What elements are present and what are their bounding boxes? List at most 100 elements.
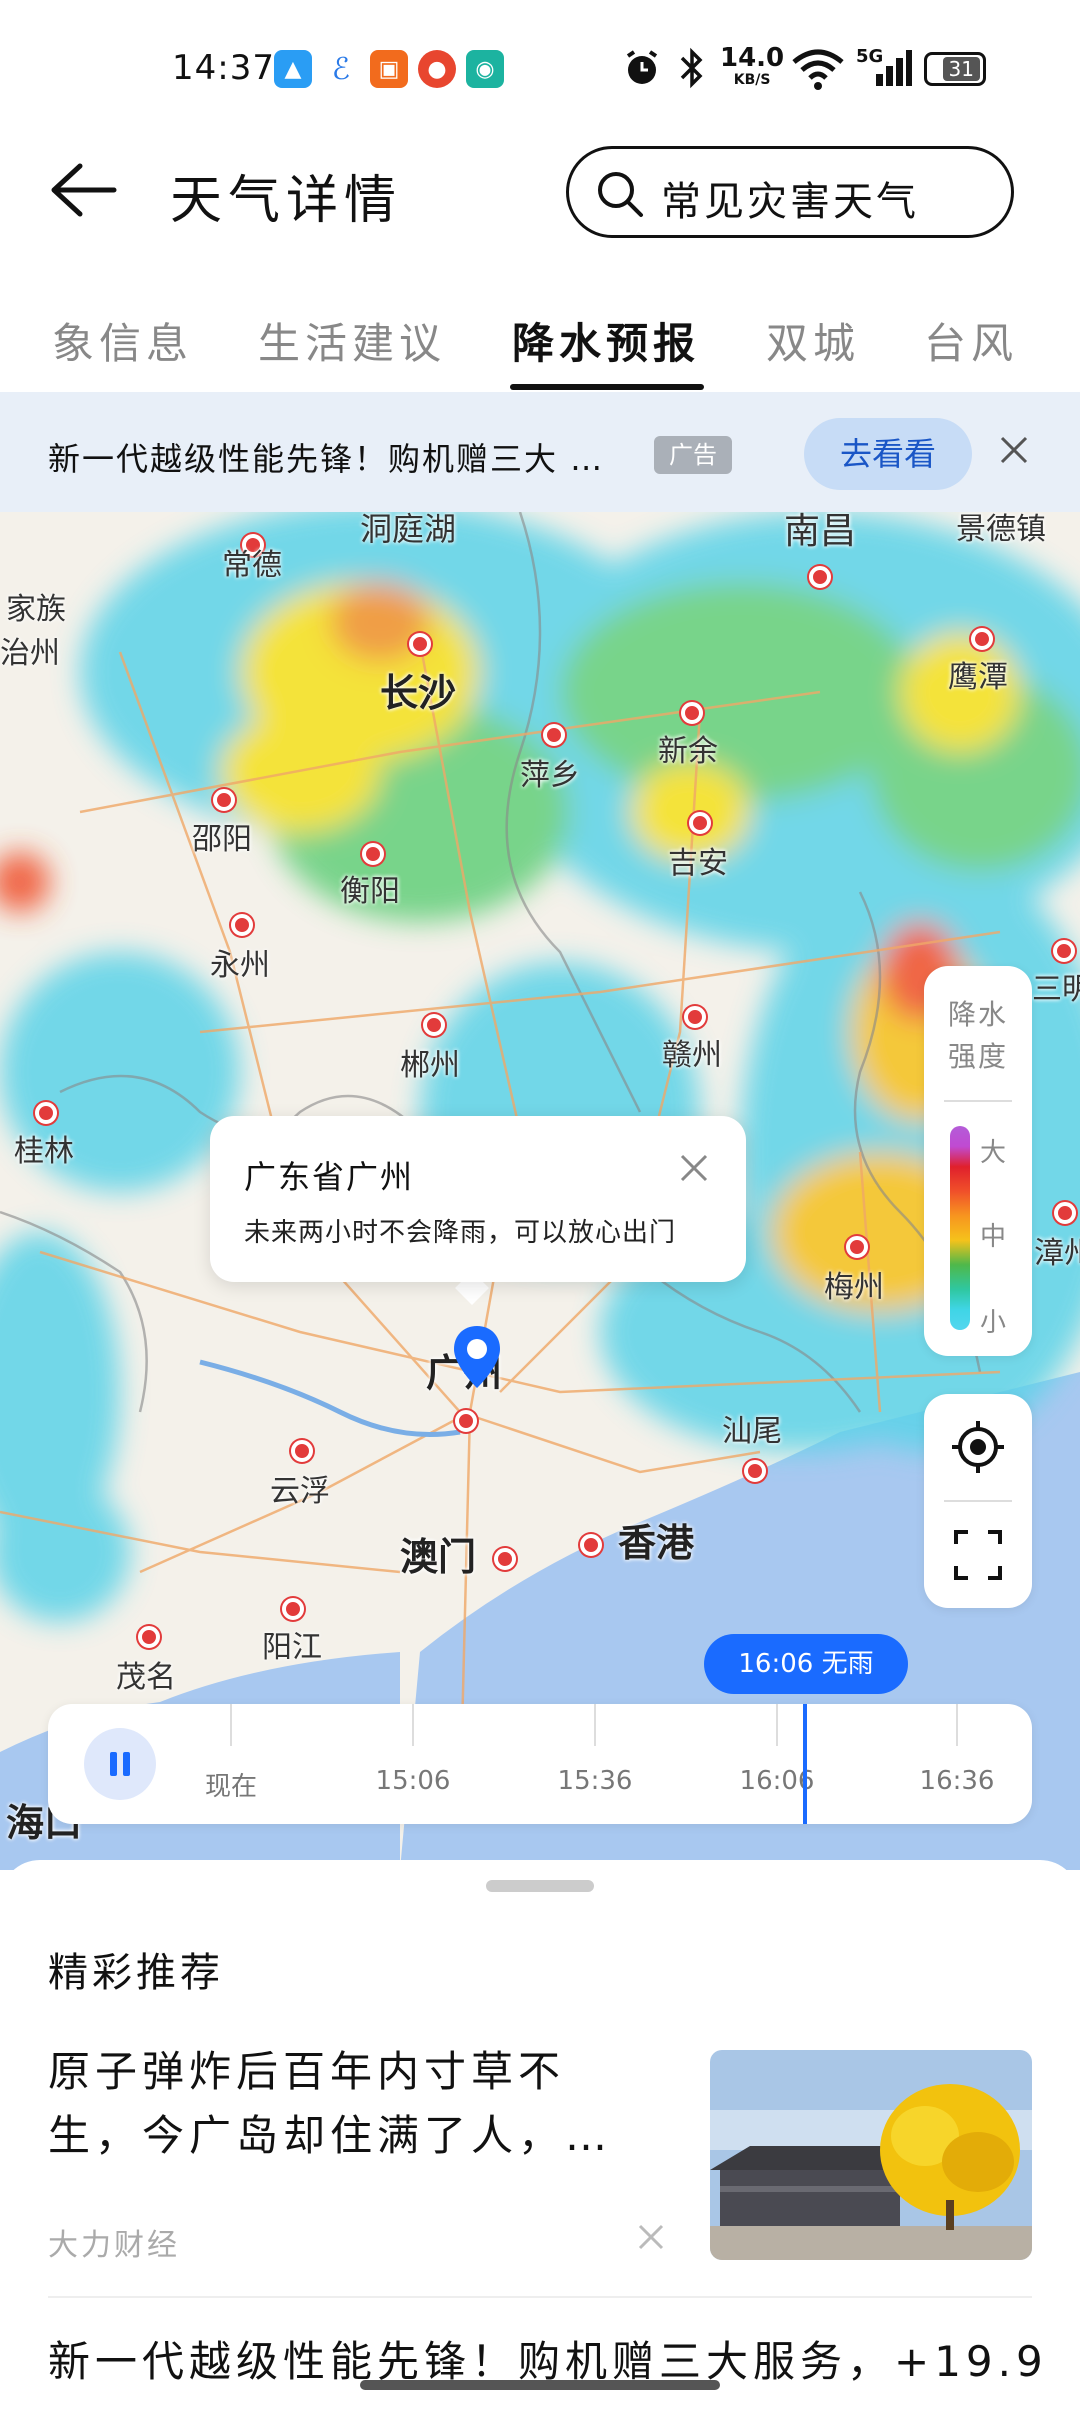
sheet-drag-handle[interactable] xyxy=(486,1880,594,1892)
ad-banner[interactable]: 新一代越级性能先锋！购机赠三大 … 广告 去看看 xyxy=(0,392,1080,512)
city-label: 家族 xyxy=(6,592,66,627)
tab-typhoon[interactable]: 台风 xyxy=(924,310,1018,371)
timeline-playhead[interactable] xyxy=(803,1704,807,1824)
forecast-timeline[interactable]: 现在 15:06 15:36 16:06 16:36 xyxy=(48,1704,1032,1824)
timeline-tick xyxy=(230,1704,232,1746)
popup-title: 广东省广州 xyxy=(244,1158,415,1196)
app-notification-icon: ▲ xyxy=(274,50,312,88)
active-tab-indicator xyxy=(510,384,704,390)
city-label: 茂名 xyxy=(116,1660,176,1695)
city-dot xyxy=(971,628,993,650)
close-icon[interactable] xyxy=(994,430,1034,470)
city-label: 郴州 xyxy=(400,1048,460,1083)
city-dot xyxy=(291,1440,313,1462)
city-dot xyxy=(455,1410,477,1432)
tab-twin-cities[interactable]: 双城 xyxy=(766,310,860,371)
pause-button[interactable] xyxy=(84,1728,156,1800)
city-label: 景德镇 xyxy=(956,512,1046,547)
legend-mid-label: 中 xyxy=(980,1222,1007,1252)
fullscreen-button[interactable] xyxy=(924,1502,1032,1608)
city-label: 阳江 xyxy=(262,1630,322,1665)
city-label: 鹰潭 xyxy=(948,660,1008,695)
city-label: 云浮 xyxy=(270,1474,330,1509)
city-dot xyxy=(684,1006,706,1028)
recommendation-sheet: 精彩推荐 原子弹炸后百年内寸草不生，今广岛却住满了人，… 大力财经 新一代越级性… xyxy=(0,1860,1080,2412)
city-dot xyxy=(809,566,831,588)
ad-view-button[interactable]: 去看看 xyxy=(804,418,972,490)
tab-bar: 象信息 生活建议 降水预报 双城 台风 xyxy=(0,260,1080,390)
city-label: 三明 xyxy=(1032,972,1080,1007)
city-dot xyxy=(681,702,703,724)
back-button[interactable] xyxy=(48,160,118,220)
city-dot xyxy=(744,1460,766,1482)
legend-low-label: 小 xyxy=(980,1308,1007,1338)
timeline-tick xyxy=(412,1704,414,1746)
alarm-icon xyxy=(622,48,662,92)
city-label: 常德 xyxy=(222,548,282,583)
food-app-icon: ● xyxy=(418,50,456,88)
timeline-label: 15:06 xyxy=(375,1766,451,1796)
tab-life-advice[interactable]: 生活建议 xyxy=(258,310,446,371)
home-indicator xyxy=(360,2380,720,2390)
city-label: 汕尾 xyxy=(722,1414,782,1449)
search-icon xyxy=(595,169,645,219)
timeline-tick xyxy=(956,1704,958,1746)
location-popup[interactable]: 广东省广州 未来两小时不会降雨，可以放心出门 xyxy=(210,1116,746,1282)
ad-badge: 广告 xyxy=(654,436,732,474)
telecom-icon: ℰ xyxy=(322,50,360,88)
locate-icon xyxy=(952,1421,1004,1473)
close-icon[interactable] xyxy=(676,1150,712,1186)
tab-weather-info[interactable]: 象信息 xyxy=(52,310,193,371)
city-dot xyxy=(423,1014,445,1036)
city-dot xyxy=(543,724,565,746)
city-label: 梅州 xyxy=(824,1270,884,1305)
city-dot xyxy=(362,843,384,865)
wifi-assistant-icon: ◉ xyxy=(466,50,504,88)
city-label: 香港 xyxy=(618,1521,695,1565)
location-pin-icon xyxy=(452,1324,502,1390)
city-dot xyxy=(231,914,253,936)
divider xyxy=(944,1100,1012,1102)
arrow-left-icon xyxy=(51,163,117,217)
search-text: 常见灾害天气 xyxy=(661,179,919,225)
close-icon[interactable] xyxy=(634,2220,668,2254)
city-label: 漳州 xyxy=(1034,1236,1080,1271)
legend-title: 降水 强度 xyxy=(947,998,1008,1073)
article-title[interactable]: 原子弹炸后百年内寸草不生，今广岛却住满了人，… xyxy=(48,2040,648,2168)
city-label: 衡阳 xyxy=(340,874,400,909)
legend-high-label: 大 xyxy=(980,1138,1007,1168)
city-dot xyxy=(138,1626,160,1648)
wifi-icon xyxy=(790,48,846,94)
city-label: 新余 xyxy=(658,734,718,769)
timeline-tick xyxy=(594,1704,596,1746)
article-source: 大力财经 xyxy=(48,2228,180,2263)
city-label: 桂林 xyxy=(14,1134,74,1169)
tab-precipitation-forecast[interactable]: 降水预报 xyxy=(512,310,700,371)
city-label: 邵阳 xyxy=(192,822,252,857)
article-thumbnail[interactable] xyxy=(710,2050,1032,2260)
timeline-label: 16:36 xyxy=(919,1766,995,1796)
status-time: 14:37 xyxy=(172,48,275,88)
city-dot xyxy=(409,633,431,655)
city-dot xyxy=(1054,1202,1076,1224)
city-label: 长沙 xyxy=(380,671,457,715)
status-bar: 14:37 ▲ ℰ ▣ ● ◉ 14.0 KB/S 5G 31 xyxy=(0,0,1080,130)
legend-color-scale xyxy=(950,1126,970,1330)
network-speed: 14.0 KB/S xyxy=(720,43,785,88)
city-label: 南昌 xyxy=(784,512,857,552)
city-dot xyxy=(1053,940,1075,962)
timeline-current-badge: 16:06 无雨 xyxy=(704,1634,908,1694)
city-dot xyxy=(689,812,711,834)
city-dot xyxy=(494,1548,516,1570)
city-label: 治州 xyxy=(0,636,60,671)
shopping-app-icon: ▣ xyxy=(370,50,408,88)
locate-button[interactable] xyxy=(924,1394,1032,1500)
battery-icon: 31 xyxy=(924,52,986,86)
city-dot xyxy=(213,789,235,811)
city-label: 萍乡 xyxy=(520,758,580,793)
map-controls xyxy=(924,1394,1032,1608)
disaster-weather-search[interactable]: 常见灾害天气 xyxy=(566,146,1014,238)
city-dot xyxy=(580,1534,602,1556)
precipitation-legend: 降水 强度 大 中 小 xyxy=(924,966,1032,1356)
city-label: 吉安 xyxy=(668,846,728,881)
